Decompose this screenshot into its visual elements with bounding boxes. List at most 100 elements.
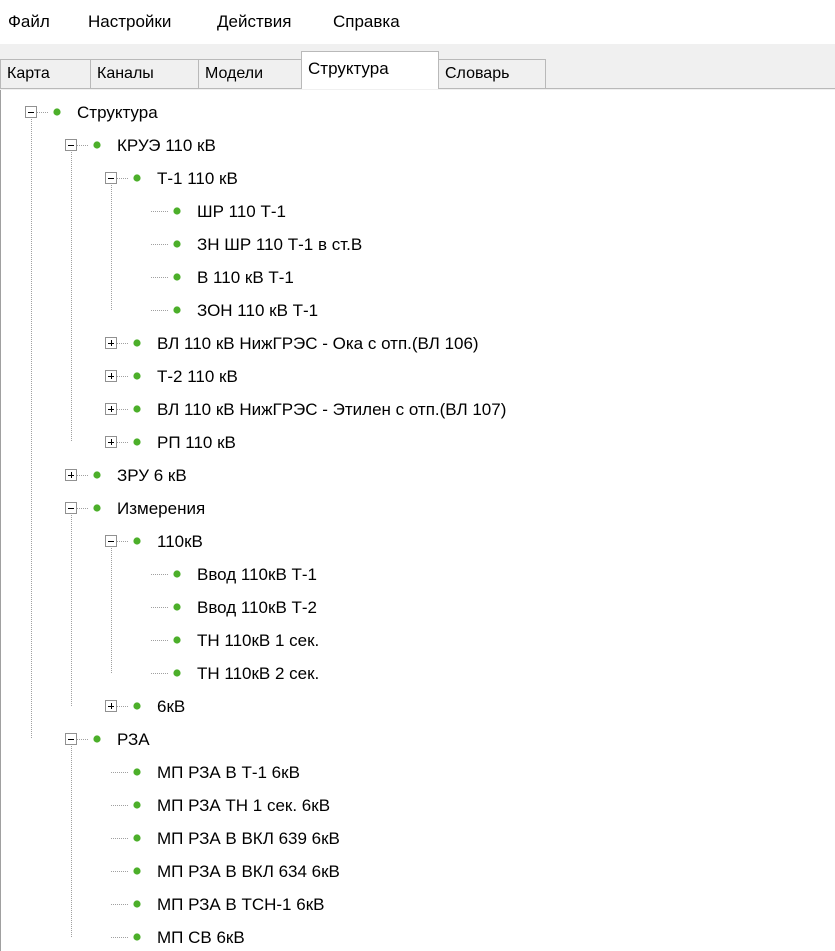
tree-node[interactable]: РЗА [65, 730, 151, 749]
tab-map[interactable]: Карта [0, 59, 91, 88]
tree-node[interactable]: ТН 110кВ 1 сек. [151, 631, 319, 650]
node-bullet-icon [173, 240, 181, 248]
node-bullet-icon [133, 339, 141, 347]
tab-structure[interactable]: Структура [301, 51, 439, 89]
menu-file[interactable]: Файл [8, 10, 50, 34]
node-bullet-icon [173, 306, 181, 314]
expand-icon[interactable] [105, 436, 117, 448]
tree-node[interactable]: ЗРУ 6 кВ [65, 466, 187, 485]
tab-dictionary[interactable]: Словарь [438, 59, 546, 88]
tree-node[interactable]: В 110 кВ Т-1 [151, 268, 294, 287]
tree-node[interactable]: ВЛ 110 кВ НижГРЭС - Этилен с отп.(ВЛ 107… [105, 400, 507, 419]
tree-node-label: ЗРУ 6 кВ [117, 466, 187, 485]
tree-node-label: МП РЗА В ВКЛ 634 6кВ [157, 862, 340, 881]
tree-node-label: РП 110 кВ [157, 433, 236, 452]
tree-node-label: КРУЭ 110 кВ [117, 136, 216, 155]
tree-node-label: ВЛ 110 кВ НижГРЭС - Этилен с отп.(ВЛ 107… [157, 400, 506, 419]
tree-node[interactable]: ЗН ШР 110 Т-1 в ст.В [151, 235, 362, 254]
tree-node[interactable]: КРУЭ 110 кВ [65, 136, 216, 155]
tree-node[interactable]: ЗОН 110 кВ Т-1 [151, 301, 318, 320]
collapse-icon[interactable] [65, 502, 77, 514]
tree-node-label: Т-2 110 кВ [157, 367, 238, 386]
tree-node-label: ЗОН 110 кВ Т-1 [197, 301, 318, 320]
tree-node-label: МП РЗА ТН 1 сек. 6кВ [157, 796, 330, 815]
collapse-icon[interactable] [65, 733, 77, 745]
expand-icon[interactable] [65, 469, 77, 481]
node-bullet-icon [173, 636, 181, 644]
tree-node[interactable]: Структура [25, 103, 159, 122]
node-bullet-icon [93, 471, 101, 479]
tree-node[interactable]: МП РЗА ТН 1 сек. 6кВ [111, 796, 330, 815]
node-bullet-icon [173, 669, 181, 677]
menu-help[interactable]: Справка [333, 10, 400, 34]
tree-node-label: МП РЗА В Т-1 6кВ [157, 763, 300, 782]
node-bullet-icon [133, 900, 141, 908]
tab-channels[interactable]: Каналы [90, 59, 199, 88]
tab-strip: Карта Каналы Модели Структура Словарь [0, 44, 835, 90]
node-bullet-icon [133, 834, 141, 842]
tree-node[interactable]: РП 110 кВ [105, 433, 236, 452]
expand-icon[interactable] [105, 370, 117, 382]
tree-node-label: ЗН ШР 110 Т-1 в ст.В [197, 235, 362, 254]
tree-node[interactable]: Ввод 110кВ Т-2 [151, 598, 317, 617]
tree-node[interactable]: Т-2 110 кВ [105, 367, 238, 386]
tree-node[interactable]: МП РЗА В ВКЛ 634 6кВ [111, 862, 340, 881]
collapse-icon[interactable] [105, 535, 117, 547]
menu-settings[interactable]: Настройки [88, 10, 171, 34]
tree-node[interactable]: МП РЗА В ВКЛ 639 6кВ [111, 829, 340, 848]
tab-models[interactable]: Модели [198, 59, 302, 88]
tree-node-label: Ввод 110кВ Т-1 [197, 565, 317, 584]
menu-actions[interactable]: Действия [217, 10, 291, 34]
tree-node-label: РЗА [117, 730, 150, 749]
tree-node-label: В 110 кВ Т-1 [197, 268, 294, 287]
node-bullet-icon [133, 768, 141, 776]
node-bullet-icon [173, 273, 181, 281]
tree-node[interactable]: Ввод 110кВ Т-1 [151, 565, 317, 584]
tree-node-label: МП РЗА В ВКЛ 639 6кВ [157, 829, 340, 848]
node-bullet-icon [173, 603, 181, 611]
tree-node-label: Структура [77, 103, 158, 122]
tree-node[interactable]: МП РЗА В Т-1 6кВ [111, 763, 300, 782]
tree-node-label: ШР 110 Т-1 [197, 202, 286, 221]
node-bullet-icon [93, 141, 101, 149]
tree-node[interactable]: ТН 110кВ 2 сек. [151, 664, 319, 683]
node-bullet-icon [133, 405, 141, 413]
node-bullet-icon [133, 174, 141, 182]
node-bullet-icon [93, 504, 101, 512]
collapse-icon[interactable] [65, 139, 77, 151]
tree-node-label: ТН 110кВ 2 сек. [197, 664, 319, 683]
tree-node[interactable]: МП СВ 6кВ [111, 928, 245, 947]
tree-node[interactable]: 110кВ [105, 532, 203, 551]
tree-node[interactable]: МП РЗА В ТСН-1 6кВ [111, 895, 324, 914]
node-bullet-icon [133, 372, 141, 380]
tree-node[interactable]: ВЛ 110 кВ НижГРЭС - Ока с отп.(ВЛ 106) [105, 334, 479, 353]
tree-canvas: Структура КРУЭ 110 кВ Т-1 110 кВ ШР 110 Т-1… [25, 103, 507, 947]
tree-node-label: МП СВ 6кВ [157, 928, 245, 947]
tree-node-label: Измерения [117, 499, 205, 518]
collapse-icon[interactable] [25, 106, 37, 118]
expand-icon[interactable] [105, 403, 117, 415]
expand-icon[interactable] [105, 700, 117, 712]
node-bullet-icon [53, 108, 61, 116]
node-bullet-icon [133, 702, 141, 710]
node-bullet-icon [173, 207, 181, 215]
menu-bar: Файл Настройки Действия Справка [0, 0, 835, 44]
tree-node-label: 110кВ [157, 532, 203, 551]
tree-node-label: МП РЗА В ТСН-1 6кВ [157, 895, 324, 914]
tree-node[interactable]: ШР 110 Т-1 [151, 202, 286, 221]
structure-tree[interactable]: Структура КРУЭ 110 кВ Т-1 110 кВ ШР 110 Т-1… [0, 90, 835, 951]
tree-node-label: 6кВ [157, 697, 185, 716]
collapse-icon[interactable] [105, 172, 117, 184]
tree-node-label: Ввод 110кВ Т-2 [197, 598, 317, 617]
node-bullet-icon [133, 867, 141, 875]
tree-node-label: Т-1 110 кВ [157, 169, 238, 188]
node-bullet-icon [173, 570, 181, 578]
expand-icon[interactable] [105, 337, 117, 349]
tree-node[interactable]: Т-1 110 кВ [105, 169, 238, 188]
tree-node[interactable]: Измерения [65, 499, 206, 518]
node-bullet-icon [133, 933, 141, 941]
tree-node-label: ТН 110кВ 1 сек. [197, 631, 319, 650]
tree-node[interactable]: 6кВ [105, 697, 186, 716]
node-bullet-icon [133, 537, 141, 545]
tree-node-label: ВЛ 110 кВ НижГРЭС - Ока с отп.(ВЛ 106) [157, 334, 479, 353]
